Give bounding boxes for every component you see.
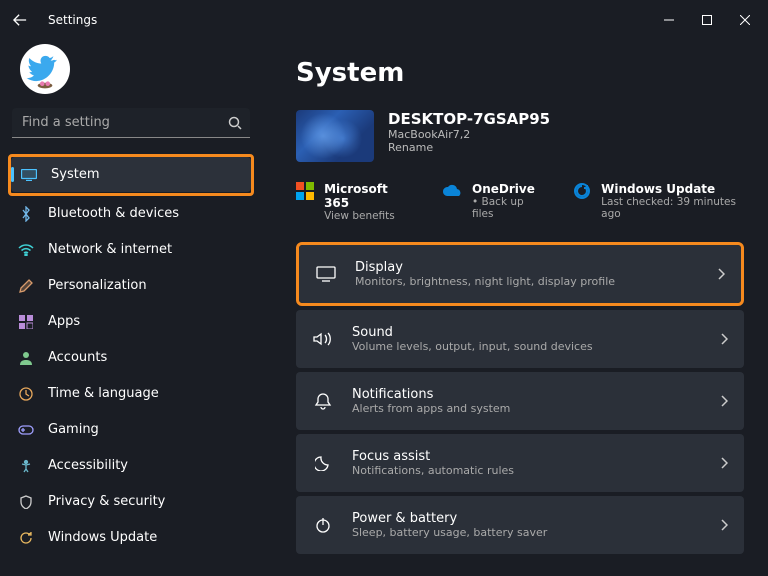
- shield-icon: [18, 494, 34, 510]
- promo-ms365[interactable]: Microsoft 365View benefits: [296, 182, 408, 222]
- bell-icon: [312, 392, 334, 410]
- promo-title: Windows Update: [601, 182, 744, 196]
- sidebar-item-system[interactable]: System: [11, 157, 251, 192]
- device-rename-link[interactable]: Rename: [388, 141, 550, 154]
- search-icon: [228, 115, 242, 134]
- accessibility-icon: [18, 458, 34, 474]
- promo-title: OneDrive: [472, 182, 539, 196]
- bluetooth-icon: [18, 206, 34, 222]
- sidebar-item-label: Apps: [48, 314, 80, 329]
- promo-onedrive[interactable]: OneDrive• Back up files: [442, 182, 539, 222]
- gaming-icon: [18, 422, 34, 438]
- search-input[interactable]: [12, 108, 250, 138]
- update-promo-icon: [573, 182, 591, 202]
- avatar[interactable]: [20, 44, 70, 94]
- sidebar-item-privacy[interactable]: Privacy & security: [8, 484, 254, 519]
- card-notifications[interactable]: NotificationsAlerts from apps and system: [296, 372, 744, 430]
- card-power[interactable]: Power & batterySleep, battery usage, bat…: [296, 496, 744, 554]
- card-desc: Notifications, automatic rules: [352, 464, 720, 477]
- maximize-button[interactable]: [688, 4, 726, 36]
- card-title: Sound: [352, 325, 720, 340]
- sidebar-item-personalization[interactable]: Personalization: [8, 268, 254, 303]
- brush-icon: [18, 278, 34, 294]
- sidebar-item-label: Privacy & security: [48, 494, 165, 509]
- sidebar-item-bluetooth[interactable]: Bluetooth & devices: [8, 196, 254, 231]
- minimize-button[interactable]: [650, 4, 688, 36]
- titlebar: Settings: [0, 0, 768, 40]
- sidebar-item-label: System: [51, 167, 99, 182]
- chevron-right-icon: [717, 265, 725, 284]
- content: System DESKTOP-7GSAP95 MacBookAir7,2 Ren…: [262, 40, 768, 576]
- device-name: DESKTOP-7GSAP95: [388, 110, 550, 128]
- sidebar-item-label: Windows Update: [48, 530, 157, 545]
- promo-sub: Last checked: 39 minutes ago: [601, 196, 744, 220]
- sidebar-item-accessibility[interactable]: Accessibility: [8, 448, 254, 483]
- close-button[interactable]: [726, 4, 764, 36]
- card-focus[interactable]: Focus assistNotifications, automatic rul…: [296, 434, 744, 492]
- promo-title: Microsoft 365: [324, 182, 408, 210]
- sidebar-item-apps[interactable]: Apps: [8, 304, 254, 339]
- chevron-right-icon: [720, 454, 728, 473]
- sidebar-item-label: Accounts: [48, 350, 107, 365]
- card-desc: Sleep, battery usage, battery saver: [352, 526, 720, 539]
- system-icon: [21, 167, 37, 183]
- wifi-icon: [18, 242, 34, 258]
- sidebar: System Bluetooth & devices Network & int…: [0, 40, 262, 576]
- chevron-right-icon: [720, 392, 728, 411]
- display-icon: [315, 266, 337, 282]
- card-title: Power & battery: [352, 511, 720, 526]
- device-row: DESKTOP-7GSAP95 MacBookAir7,2 Rename: [296, 110, 744, 162]
- sidebar-item-label: Accessibility: [48, 458, 128, 473]
- promo-sub: View benefits: [324, 210, 408, 222]
- onedrive-icon: [442, 182, 462, 202]
- back-button[interactable]: [4, 4, 36, 36]
- device-model: MacBookAir7,2: [388, 128, 550, 141]
- search-container: [12, 108, 250, 138]
- sidebar-item-network[interactable]: Network & internet: [8, 232, 254, 267]
- update-icon: [18, 530, 34, 546]
- sidebar-item-update[interactable]: Windows Update: [8, 520, 254, 555]
- card-sound[interactable]: SoundVolume levels, output, input, sound…: [296, 310, 744, 368]
- card-title: Notifications: [352, 387, 720, 402]
- card-desc: Alerts from apps and system: [352, 402, 720, 415]
- ms365-icon: [296, 182, 314, 202]
- sidebar-item-label: Personalization: [48, 278, 147, 293]
- card-desc: Volume levels, output, input, sound devi…: [352, 340, 720, 353]
- power-icon: [312, 517, 334, 533]
- promos-row: Microsoft 365View benefits OneDrive• Bac…: [296, 182, 744, 222]
- promo-sub: • Back up files: [472, 196, 539, 220]
- sidebar-item-gaming[interactable]: Gaming: [8, 412, 254, 447]
- person-icon: [18, 350, 34, 366]
- sidebar-item-label: Network & internet: [48, 242, 172, 257]
- chevron-right-icon: [720, 516, 728, 535]
- card-display[interactable]: DisplayMonitors, brightness, night light…: [299, 245, 741, 303]
- sidebar-item-label: Gaming: [48, 422, 99, 437]
- card-desc: Monitors, brightness, night light, displ…: [355, 275, 717, 288]
- apps-icon: [18, 314, 34, 330]
- promo-update[interactable]: Windows UpdateLast checked: 39 minutes a…: [573, 182, 744, 222]
- sidebar-item-time[interactable]: Time & language: [8, 376, 254, 411]
- device-image[interactable]: [296, 110, 374, 162]
- card-title: Display: [355, 260, 717, 275]
- window-title: Settings: [48, 13, 97, 27]
- chevron-right-icon: [720, 330, 728, 349]
- sidebar-item-label: Time & language: [48, 386, 159, 401]
- highlight-display: DisplayMonitors, brightness, night light…: [296, 242, 744, 306]
- sidebar-item-accounts[interactable]: Accounts: [8, 340, 254, 375]
- page-title: System: [296, 58, 744, 88]
- clock-icon: [18, 386, 34, 402]
- card-title: Focus assist: [352, 449, 720, 464]
- sidebar-item-label: Bluetooth & devices: [48, 206, 179, 221]
- moon-icon: [312, 455, 334, 471]
- sound-icon: [312, 331, 334, 347]
- highlight-system: System: [8, 154, 254, 196]
